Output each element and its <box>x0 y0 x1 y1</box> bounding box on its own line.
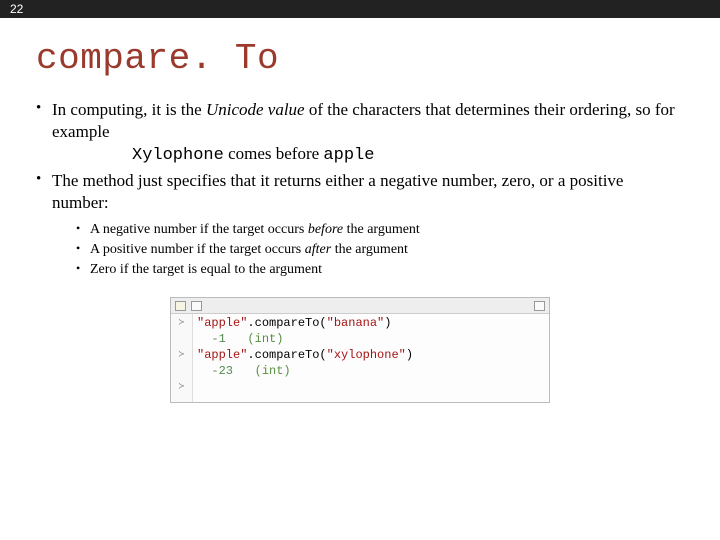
code-string: "banana" <box>327 316 385 330</box>
sub-bullet-1: A negative number if the target occurs b… <box>76 220 684 240</box>
text-italic: Unicode value <box>206 100 305 119</box>
code-text: .compareTo( <box>247 348 326 362</box>
code-value: -1 <box>211 332 225 346</box>
bullet-1: In computing, it is the Unicode value of… <box>36 99 684 166</box>
sub-bullet-list: A negative number if the target occurs b… <box>52 220 684 281</box>
page-number: 22 <box>10 2 23 16</box>
code-line: -23 (int) <box>197 364 545 380</box>
text: The method just specifies that it return… <box>52 171 623 212</box>
page-number-bar: 22 <box>0 0 720 18</box>
slide-content: compare. To In computing, it is the Unic… <box>0 18 720 403</box>
code-line: "apple".compareTo("xylophone") <box>197 348 545 364</box>
window-button-icon[interactable] <box>534 301 545 311</box>
code-gutter: ≻ ≻ ≻ <box>171 314 193 402</box>
code-type: (int) <box>233 364 291 378</box>
text: A positive number if the target occurs <box>90 242 305 257</box>
code-text: apple <box>323 146 374 165</box>
window-button-icon[interactable] <box>191 301 202 311</box>
bullet-list: In computing, it is the Unicode value of… <box>36 99 684 281</box>
code-window: ≻ ≻ ≻ "apple".compareTo("banana") -1 (in… <box>170 297 550 403</box>
bullet-1-line2: Xylophone comes before apple <box>52 143 684 167</box>
code-text: .compareTo( <box>247 316 326 330</box>
text: the argument <box>343 222 420 237</box>
gutter-blank <box>171 332 192 348</box>
code-line: -1 (int) <box>197 332 545 348</box>
text: A negative number if the target occurs <box>90 222 308 237</box>
text: Zero if the target is equal to the argum… <box>90 262 322 277</box>
code-text: ) <box>406 348 413 362</box>
gutter-blank <box>171 364 192 380</box>
code-type: (int) <box>226 332 284 346</box>
code-string: "xylophone" <box>327 348 406 362</box>
sub-bullet-2: A positive number if the target occurs a… <box>76 240 684 260</box>
gutter-mark: ≻ <box>171 348 192 364</box>
code-window-body: ≻ ≻ ≻ "apple".compareTo("banana") -1 (in… <box>171 314 549 402</box>
code-text: Xylophone <box>132 146 224 165</box>
code-lines: "apple".compareTo("banana") -1 (int) "ap… <box>193 314 549 402</box>
text: In computing, it is the <box>52 100 206 119</box>
code-string: "apple" <box>197 316 247 330</box>
text: the argument <box>331 242 408 257</box>
code-value: -23 <box>211 364 233 378</box>
window-button-icon[interactable] <box>175 301 186 311</box>
code-string: "apple" <box>197 348 247 362</box>
bullet-2: The method just specifies that it return… <box>36 170 684 280</box>
text-italic: after <box>305 242 331 257</box>
gutter-mark: ≻ <box>171 316 192 332</box>
text-italic: before <box>308 222 343 237</box>
gutter-mark: ≻ <box>171 380 192 396</box>
code-line <box>197 380 545 396</box>
code-line: "apple".compareTo("banana") <box>197 316 545 332</box>
code-text: ) <box>384 316 391 330</box>
text: comes before <box>224 144 324 163</box>
slide-title: compare. To <box>36 38 684 79</box>
code-window-header <box>171 298 549 314</box>
sub-bullet-3: Zero if the target is equal to the argum… <box>76 260 684 280</box>
